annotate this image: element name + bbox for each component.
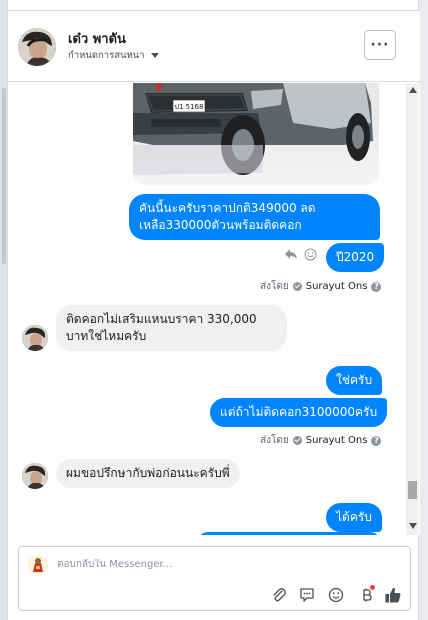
contact-avatar-small[interactable] — [22, 463, 48, 489]
page-avatar — [28, 555, 48, 575]
message-text: ปี2020 — [336, 250, 375, 264]
sender-name[interactable]: Surayut Ons — [306, 281, 368, 292]
message-outgoing[interactable]: ใช่ครับ — [326, 366, 383, 395]
message-incoming[interactable]: ผมขอปรึกษากับพ่อก่อนนะครับพี่ — [56, 459, 240, 488]
message-outgoing[interactable]: ได้ครับ — [326, 503, 382, 532]
reply-icon[interactable] — [284, 248, 298, 263]
scroll-up-arrow-icon[interactable] — [409, 87, 417, 93]
contact-avatar[interactable] — [18, 28, 56, 66]
composer — [18, 546, 411, 611]
message-text: แต่ถ้าไม่ติดคอก3100000ครับ — [220, 405, 378, 419]
attachment-icon[interactable] — [269, 585, 289, 605]
chat-header: เด๋ว พาดัน กำหนดการสนทนา ··· — [8, 10, 420, 82]
message-incoming[interactable]: ติดคอกไม่เสริมแหนบราคา 330,000 บาทใช่ไหม… — [56, 305, 287, 351]
emoji-reaction-icon[interactable] — [304, 248, 317, 264]
message-outgoing-partial[interactable] — [198, 532, 380, 535]
sent-by-indicator: ส่งโดย Surayut Ons ? — [260, 433, 382, 448]
emoji-icon[interactable] — [326, 585, 346, 605]
message-text: ผมขอปรึกษากับพ่อก่อนนะครับพี่ — [66, 466, 230, 480]
message-outgoing[interactable]: ปี2020 — [326, 243, 385, 272]
message-text: ใช่ครับ — [336, 373, 373, 387]
scroll-down-arrow-icon[interactable] — [409, 523, 417, 529]
message-text: ติดคอกไม่เสริมแหนบราคา 330,000 บาทใช่ไหม… — [66, 312, 257, 343]
car-plate: ป1 5168 — [175, 103, 204, 111]
check-icon — [292, 282, 302, 291]
check-icon — [292, 436, 302, 445]
message-text: คันนี้นะครับราคาปกติ349000 ลดเหลือ330000… — [139, 201, 316, 232]
message-list[interactable]: ป1 5168 คันนี้นะครับราคาปกติ349000 ลดเหล… — [8, 83, 420, 535]
payment-icon[interactable] — [356, 585, 376, 605]
info-icon[interactable]: ? — [371, 281, 382, 292]
message-scrollbar[interactable] — [406, 83, 419, 535]
conversation-settings-dropdown[interactable]: กำหนดการสนทนา — [68, 48, 159, 63]
sent-by-prefix: ส่งโดย — [260, 281, 289, 292]
notification-dot — [370, 585, 375, 590]
info-icon[interactable]: ? — [371, 435, 382, 446]
scroll-thumb[interactable] — [408, 481, 417, 499]
sent-by-indicator: ส่งโดย Surayut Ons ? — [260, 279, 382, 294]
message-outgoing[interactable]: คันนี้นะครับราคาปกติ349000 ลดเหลือ330000… — [129, 194, 380, 240]
more-icon: ··· — [370, 37, 390, 53]
like-icon[interactable] — [383, 585, 403, 605]
message-outgoing[interactable]: แต่ถ้าไม่ติดคอก3100000ครับ — [210, 398, 388, 427]
chevron-down-icon — [150, 53, 159, 58]
sent-by-prefix: ส่งโดย — [260, 435, 289, 446]
chat-bubble-icon[interactable] — [297, 585, 317, 605]
message-input[interactable] — [57, 559, 337, 570]
chat-window: เด๋ว พาดัน กำหนดการสนทนา ··· ป1 5168 คัน… — [7, 0, 420, 620]
sender-name[interactable]: Surayut Ons — [306, 435, 368, 446]
message-text: ได้ครับ — [336, 510, 372, 524]
background-scrollbar — [2, 88, 6, 264]
more-options-button[interactable]: ··· — [364, 30, 396, 60]
contact-avatar-small[interactable] — [22, 325, 48, 351]
car-photo[interactable]: ป1 5168 — [133, 83, 379, 185]
contact-name[interactable]: เด๋ว พาดัน — [68, 28, 126, 49]
conversation-settings-label: กำหนดการสนทนา — [68, 50, 145, 61]
